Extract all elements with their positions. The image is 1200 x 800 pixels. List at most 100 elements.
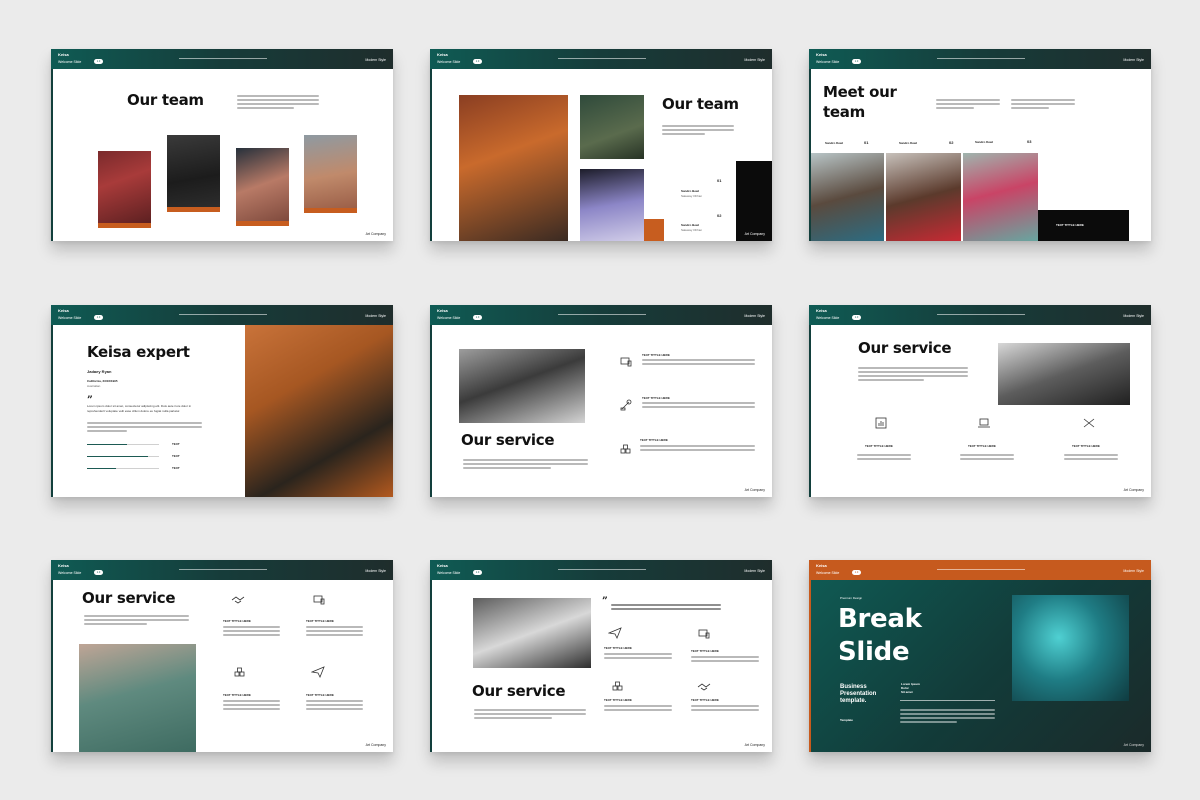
break-photo — [1012, 595, 1129, 701]
expert-name: Jadaey Ryan — [87, 369, 112, 374]
intro-text — [84, 615, 189, 627]
header-pill: 1.0 — [852, 315, 861, 320]
handshake-icon — [231, 594, 245, 606]
expert-location: California, 23/16/1995 — [87, 379, 118, 383]
team-photo-2 — [886, 153, 961, 241]
header-style-label: Modern Style — [1123, 314, 1144, 318]
slide-title-line-2: team — [823, 103, 865, 121]
devices-icon — [619, 356, 633, 368]
header-divider — [179, 314, 267, 315]
boxes-icon — [619, 443, 633, 455]
header-brand: Keisa — [58, 52, 69, 57]
photo-accent-bar — [304, 208, 357, 213]
box-text: TEXT TITTLE HERE — [1056, 223, 1084, 227]
photo-accent-bar — [167, 207, 220, 212]
quote-mark: ” — [602, 596, 608, 607]
service-item-text — [857, 454, 911, 462]
header-pill: 1.0 — [94, 315, 103, 320]
slide-our-service-2[interactable]: Keisa Welcome Slide 1.0 Modern Style Our… — [809, 305, 1151, 497]
service-item-text — [691, 656, 759, 664]
slide-header: Keisa Welcome Slide 1.0 Modern Style — [430, 305, 772, 325]
break-title-line-1: Break — [838, 604, 922, 634]
header-subtitle: Welcome Slide — [58, 60, 82, 64]
header-pill: 1.0 — [852, 59, 861, 64]
slide-our-service-4[interactable]: Keisa Welcome Slide 1.0 Modern Style Our… — [430, 560, 772, 752]
slide-title: Our service — [858, 339, 952, 357]
team-photo-2 — [167, 135, 220, 207]
header-subtitle: Welcome Slide — [816, 316, 840, 320]
header-pill: 1.0 — [473, 59, 482, 64]
member-name: Sandro Bewi — [681, 189, 700, 193]
black-block — [736, 161, 772, 241]
header-subtitle: Welcome Slide — [437, 60, 461, 64]
header-brand: Keisa — [816, 563, 827, 568]
devices-icon — [697, 628, 711, 640]
slide-title: Our team — [127, 91, 204, 109]
header-divider — [558, 314, 646, 315]
team-photo-main — [459, 95, 568, 241]
service-item-title: TEXT TITTLE HERE — [691, 698, 719, 702]
service-item-title: TEXT TITTLE HERE — [223, 619, 251, 623]
service-item-title: TEXT TITTLE HERE — [604, 698, 632, 702]
service-item-title: TEXT TITTLE HERE — [306, 693, 334, 697]
subtitle-line-2: Presentation — [840, 691, 877, 697]
header-divider — [937, 569, 1025, 570]
slide-keisa-expert[interactable]: Keisa Welcome Slide 1.0 Modern Style Kei… — [51, 305, 393, 497]
slide-our-team-2[interactable]: Keisa Welcome Slide 1.0 Modern Style Our… — [430, 49, 772, 241]
intro-text — [1011, 99, 1075, 111]
service-item-title: TEXT TITTLE HERE — [642, 396, 670, 400]
service-item-text — [223, 700, 280, 712]
intro-text — [237, 95, 319, 111]
photo-accent-bar — [236, 221, 289, 226]
header-brand: Keisa — [58, 308, 69, 313]
header-style-label: Modern Style — [365, 58, 386, 62]
header-divider — [558, 569, 646, 570]
tools-icon — [1082, 417, 1096, 429]
slide-break[interactable]: Keisa Welcome Slide 1.0 Modern Style Pre… — [809, 560, 1151, 752]
header-pill: 1.0 — [473, 570, 482, 575]
slide-our-service-1[interactable]: Keisa Welcome Slide 1.0 Modern Style Our… — [430, 305, 772, 497]
header-divider — [179, 58, 267, 59]
expert-photo — [245, 325, 393, 497]
header-style-label: Modern Style — [365, 569, 386, 573]
slide-our-service-3[interactable]: Keisa Welcome Slide 1.0 Modern Style Our… — [51, 560, 393, 752]
arrow-button[interactable] — [644, 219, 664, 241]
header-subtitle: Welcome Slide — [437, 571, 461, 575]
slide-header: Keisa Welcome Slide 1.0 Modern Style — [809, 560, 1151, 580]
footer-company: Art Company — [744, 488, 765, 492]
member-role: Saleway Ohhiei — [681, 194, 702, 198]
service-item-title: TEXT TITTLE HERE — [604, 646, 632, 650]
team-photo-3 — [236, 148, 289, 221]
slide-meet-our-team[interactable]: Keisa Welcome Slide 1.0 Modern Style Mee… — [809, 49, 1151, 241]
break-title-line-2: Slide — [838, 637, 910, 667]
tools-icon — [619, 399, 633, 411]
service-item-text — [223, 626, 280, 638]
header-style-label: Modern Style — [744, 314, 765, 318]
header-subtitle: Welcome Slide — [58, 571, 82, 575]
header-style-label: Modern Style — [744, 569, 765, 573]
member-number: 02 — [717, 213, 722, 218]
service-item-text — [960, 454, 1014, 462]
skill-label: TEXT — [172, 454, 180, 458]
service-item-title: TEXT TITTLE HERE — [968, 444, 996, 448]
slide-title: Our service — [82, 589, 176, 607]
slide-header: Keisa Welcome Slide 1.0 Modern Style — [430, 49, 772, 69]
handshake-icon — [697, 681, 711, 693]
service-item-title: TEXT TITTLE HERE — [640, 438, 668, 442]
member-name: Sandro Dewi — [899, 141, 918, 145]
service-item-title: TEXT TITTLE HERE — [223, 693, 251, 697]
team-photo-1 — [809, 153, 884, 241]
divider-line — [900, 700, 995, 701]
boxes-icon — [233, 666, 247, 678]
header-brand: Keisa — [437, 308, 448, 313]
header-brand: Keisa — [437, 563, 448, 568]
member-name: Sandro Bewi — [681, 223, 700, 227]
slide-header: Keisa Welcome Slide 1.0 Modern Style — [430, 560, 772, 580]
service-item-text — [604, 653, 672, 661]
service-photo — [79, 644, 196, 752]
chart-icon — [874, 417, 888, 429]
slide-our-team-1[interactable]: Keisa Welcome Slide 1.0 Modern Style Our… — [51, 49, 393, 241]
skill-bar-fill — [87, 444, 127, 446]
member-number: 02 — [949, 140, 954, 145]
slide-header: Keisa Welcome Slide 1.0 Modern Style — [809, 49, 1151, 69]
